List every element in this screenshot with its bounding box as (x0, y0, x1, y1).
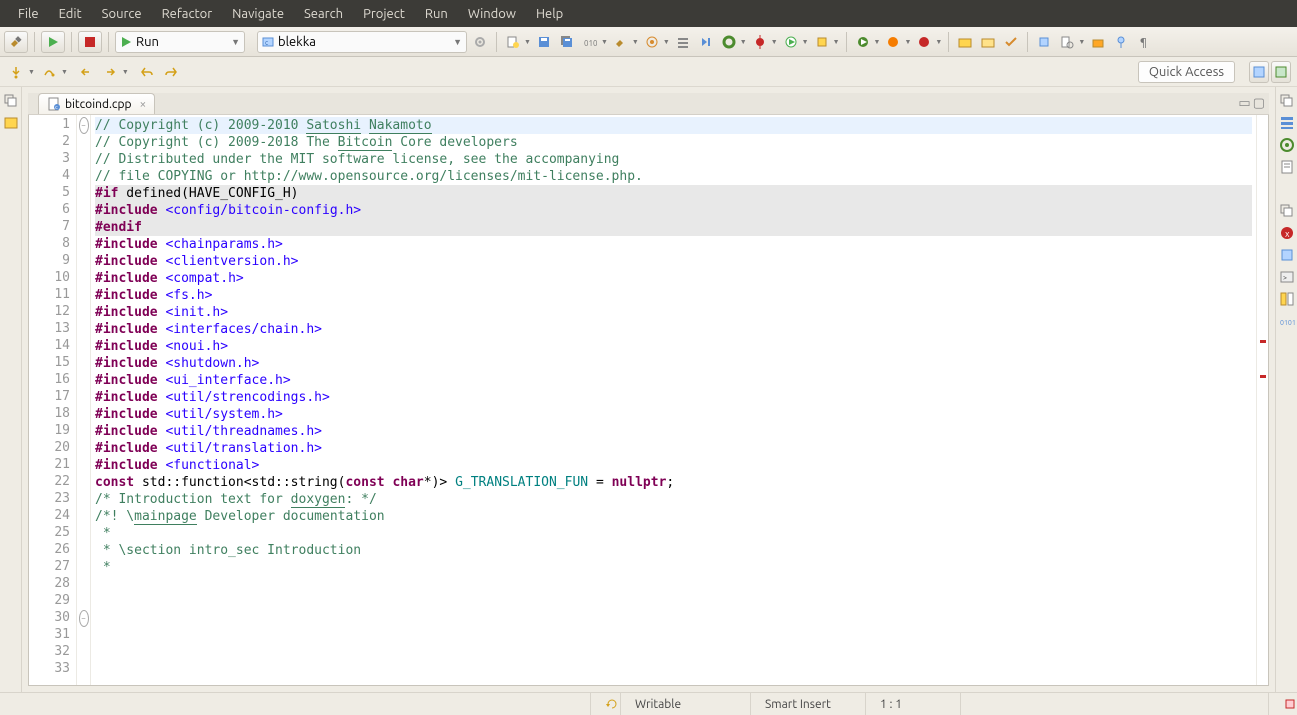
step-into-icon[interactable] (6, 62, 26, 82)
code-editor[interactable]: 1234567891011121314151617181920212223242… (28, 115, 1269, 686)
tasks-icon[interactable] (1279, 247, 1295, 263)
menu-navigate[interactable]: Navigate (222, 5, 294, 23)
main-toolbar: Run ▼ c blekka ▼ ▼ 010▼ ▼ ▼ ▼ ▼ ▼ ▼ ▼ ▼ … (0, 27, 1297, 57)
menu-edit[interactable]: Edit (49, 5, 92, 23)
console-icon[interactable]: > (1279, 269, 1295, 285)
tab-label: bitcoind.cpp (65, 98, 132, 111)
minimize-icon[interactable]: ▭ (1238, 96, 1250, 111)
menu-file[interactable]: File (8, 5, 49, 23)
pin-icon[interactable] (1111, 32, 1131, 52)
run-config-label: Run (136, 35, 159, 49)
line-ruler: 1234567891011121314151617181920212223242… (29, 115, 77, 685)
check-icon[interactable] (1001, 32, 1021, 52)
svg-text:c: c (55, 104, 58, 111)
fold-ruler: −− (77, 115, 91, 685)
target-green-icon[interactable] (1279, 137, 1295, 153)
problems-icon[interactable]: x (1279, 225, 1295, 241)
overview-ruler[interactable] (1256, 115, 1268, 685)
main-area: c bitcoind.cpp × ▭ ▢ 1234567891011121314… (0, 87, 1297, 692)
hammer-button[interactable] (4, 31, 28, 53)
nav-back-icon[interactable] (137, 62, 157, 82)
profile-orange-icon[interactable] (883, 32, 903, 52)
new-dropdown-icon[interactable] (503, 32, 523, 52)
forward-icon[interactable] (100, 62, 120, 82)
menu-project[interactable]: Project (353, 5, 415, 23)
menu-search[interactable]: Search (294, 5, 353, 23)
menu-refactor[interactable]: Refactor (152, 5, 223, 23)
editor-area: c bitcoind.cpp × ▭ ▢ 1234567891011121314… (22, 87, 1275, 692)
tree-icon[interactable] (3, 115, 19, 131)
step-over-icon[interactable] (39, 62, 59, 82)
properties-icon[interactable] (1279, 291, 1295, 307)
hammer-dropdown-icon[interactable] (611, 32, 631, 52)
edit-icon[interactable] (1034, 32, 1054, 52)
nav-forward-icon[interactable] (161, 62, 181, 82)
menu-help[interactable]: Help (526, 5, 573, 23)
left-gutter (0, 87, 22, 692)
task-list-icon[interactable] (1279, 159, 1295, 175)
status-pos: 1 : 1 (880, 698, 902, 711)
bug-red-icon[interactable] (750, 32, 770, 52)
doc-gear-icon[interactable] (1057, 32, 1077, 52)
menu-source[interactable]: Source (92, 5, 152, 23)
run-config-combo[interactable]: Run ▼ (115, 31, 245, 53)
status-writable: Writable (635, 698, 681, 711)
svg-text:010: 010 (584, 39, 597, 48)
project-combo[interactable]: c blekka ▼ (257, 31, 467, 53)
close-tab-icon[interactable]: × (140, 98, 147, 111)
toolbox-icon[interactable] (1088, 32, 1108, 52)
gear-icon[interactable] (470, 32, 490, 52)
sync-icon[interactable] (605, 697, 619, 711)
restore-right-icon[interactable] (1279, 93, 1295, 109)
binary-icon[interactable]: 010 (580, 32, 600, 52)
debug-dropdown-icon[interactable] (853, 32, 873, 52)
save-icon[interactable] (534, 32, 554, 52)
restore2-icon[interactable] (1279, 203, 1295, 219)
tip-icon[interactable] (1283, 697, 1297, 711)
run-green-dropdown-icon[interactable] (781, 32, 801, 52)
skip-icon[interactable] (696, 32, 716, 52)
perspective-cpp-icon[interactable] (1271, 61, 1291, 83)
menu-window[interactable]: Window (458, 5, 526, 23)
secondary-toolbar: ▼ ▼ ▼ Quick Access (0, 57, 1297, 87)
project-label: blekka (278, 35, 316, 49)
quick-access-input[interactable]: Quick Access (1138, 61, 1235, 83)
maximize-icon[interactable]: ▢ (1253, 96, 1265, 111)
menubar: FileEditSourceRefactorNavigateSearchProj… (0, 0, 1297, 27)
save-all-icon[interactable] (557, 32, 577, 52)
svg-text:0101: 0101 (1280, 319, 1295, 327)
stop-button[interactable] (78, 31, 102, 53)
folder-open-icon[interactable] (978, 32, 998, 52)
code-content[interactable]: // Copyright (c) 2009-2010 Satoshi Nakam… (91, 115, 1256, 685)
tab-bar: c bitcoind.cpp × ▭ ▢ (28, 93, 1269, 115)
outline-icon[interactable] (1279, 115, 1295, 131)
svg-text:x: x (1285, 229, 1290, 239)
right-gutter: x > 0101 (1275, 87, 1297, 692)
binary-view-icon[interactable]: 0101 (1279, 313, 1295, 329)
svg-text:>: > (1283, 274, 1287, 282)
menu-run[interactable]: Run (415, 5, 458, 23)
status-bar: Writable Smart Insert 1 : 1 (0, 692, 1297, 715)
folder-star-icon[interactable] (955, 32, 975, 52)
restore-icon[interactable] (3, 93, 19, 109)
status-mode: Smart Insert (765, 698, 831, 711)
run-button[interactable] (41, 31, 65, 53)
cpp-file-icon: c (47, 97, 61, 111)
gear-green-icon[interactable] (719, 32, 739, 52)
svg-text:¶: ¶ (1140, 37, 1147, 49)
back-icon[interactable] (76, 62, 96, 82)
list-icon[interactable] (673, 32, 693, 52)
tab-bitcoind[interactable]: c bitcoind.cpp × (38, 93, 155, 114)
coverage-icon[interactable] (812, 32, 832, 52)
perspective-open-icon[interactable] (1249, 61, 1269, 83)
stop-red-icon[interactable] (914, 32, 934, 52)
target-icon[interactable] (642, 32, 662, 52)
paragraph-icon[interactable]: ¶ (1134, 32, 1154, 52)
